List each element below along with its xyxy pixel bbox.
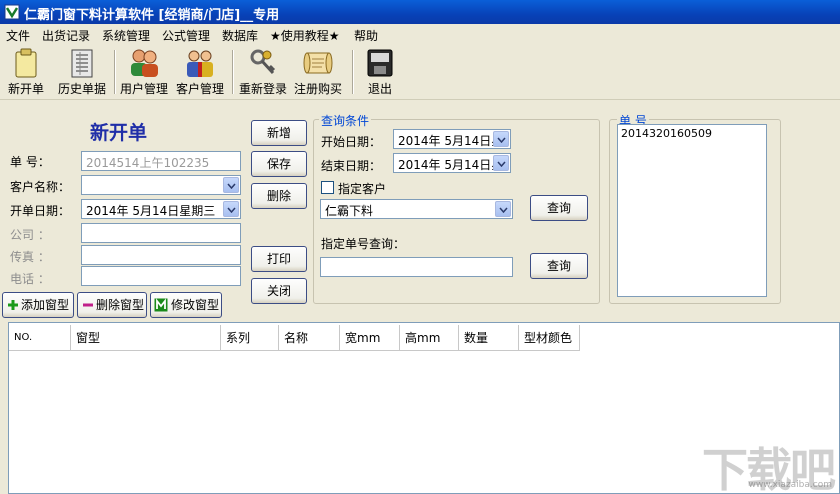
chevron-down-icon[interactable] [493, 155, 509, 171]
phone-field[interactable] [81, 266, 241, 286]
new-order-button[interactable]: 新开单 [4, 48, 48, 100]
order-no-label: 单 号： [10, 155, 50, 169]
watermark-url: www.xiazaiba.com [748, 480, 832, 490]
order-no-field[interactable]: 2014514上午102235 [81, 151, 241, 171]
exit-button[interactable]: 退出 [360, 48, 400, 100]
customer-name-select[interactable] [81, 175, 241, 195]
order-date-picker[interactable]: 2014年 5月14日星期三 [81, 199, 241, 219]
order-query-label: 指定单号查询： [321, 237, 406, 251]
column-header-profile-color[interactable]: 型材颜色 [519, 325, 580, 351]
query-group-title: 查询条件 [319, 112, 372, 129]
menu-system[interactable]: 系统管理 [102, 27, 150, 44]
company-label: 公司 ： [10, 228, 50, 242]
history-button[interactable]: 历史单据 [54, 48, 110, 100]
customer-name-label: 客户名称： [10, 180, 71, 194]
keys-icon [250, 49, 276, 75]
add-window-type-button[interactable]: 添加窗型 [2, 292, 74, 318]
column-header-quantity[interactable]: 数量 [459, 325, 519, 351]
company-field[interactable] [81, 223, 241, 243]
specify-customer-label: 指定客户 [338, 182, 387, 196]
menu-help[interactable]: 帮助 [354, 27, 378, 44]
form-title: 新开单 [90, 122, 148, 144]
column-header-width[interactable]: 宽mm [340, 325, 400, 351]
menu-formula[interactable]: 公式管理 [162, 27, 210, 44]
toolbar-separator [232, 50, 234, 94]
chevron-down-icon[interactable] [493, 131, 509, 147]
start-date-label: 开始日期： [321, 135, 382, 149]
list-item[interactable]: 2014320160509 [621, 127, 763, 140]
watermark: 下载吧 www.xiazaiba.com [702, 434, 836, 494]
start-date-picker[interactable]: 2014年 5月14日星 [393, 129, 511, 149]
users-icon [131, 49, 158, 77]
fax-field[interactable] [81, 245, 241, 265]
menu-database[interactable]: 数据库 [222, 27, 258, 44]
menu-bar: 文件 出货记录 系统管理 公式管理 数据库 ★使用教程★ 帮助 [0, 24, 840, 44]
add-button[interactable]: 新增 [251, 120, 307, 146]
minus-icon [83, 303, 93, 307]
toolbar: 新开单 历史单据 用户管理 客户管理 重新登录 注册购买 退出 [0, 44, 840, 100]
order-query-button[interactable]: 查询 [530, 253, 588, 279]
customer-management-button[interactable]: 客户管理 [174, 48, 226, 100]
chevron-down-icon[interactable] [495, 201, 511, 217]
print-button[interactable]: 打印 [251, 246, 307, 272]
specify-customer-checkbox[interactable] [321, 181, 334, 194]
end-date-label: 结束日期： [321, 159, 382, 173]
order-date-label: 开单日期： [10, 204, 71, 218]
relogin-button[interactable]: 重新登录 [238, 48, 288, 100]
column-header-series[interactable]: 系列 [221, 325, 279, 351]
column-header-no[interactable]: NO. [9, 325, 71, 351]
chevron-down-icon[interactable] [223, 201, 239, 217]
title-bar: 仁霸门窗下料计算软件 [经销商/门店]__专用 [0, 0, 840, 24]
query-button[interactable]: 查询 [530, 195, 588, 221]
app-icon [4, 4, 20, 20]
close-button[interactable]: 关闭 [251, 278, 307, 304]
register-button[interactable]: 注册购买 [292, 48, 344, 100]
toolbar-separator [352, 50, 354, 94]
user-management-button[interactable]: 用户管理 [118, 48, 170, 100]
order-listbox[interactable]: 2014320160509 [617, 124, 767, 297]
menu-file[interactable]: 文件 [6, 27, 30, 44]
window-title: 仁霸门窗下料计算软件 [经销商/门店]__专用 [24, 8, 280, 23]
plus-icon [8, 300, 18, 310]
chevron-down-icon[interactable] [223, 177, 239, 193]
customers-icon [187, 50, 213, 77]
ledger-icon [71, 49, 93, 78]
scroll-icon [303, 52, 333, 74]
m-icon [154, 298, 168, 312]
fax-label: 传真 ： [10, 250, 50, 264]
column-header-height[interactable]: 高mm [400, 325, 459, 351]
order-query-field[interactable] [320, 257, 513, 277]
toolbar-separator [114, 50, 116, 94]
delete-button[interactable]: 删除 [251, 183, 307, 209]
phone-label: 电话 ： [10, 272, 50, 286]
save-button[interactable]: 保存 [251, 151, 307, 177]
clipboard-icon [15, 48, 37, 78]
menu-shipments[interactable]: 出货记录 [42, 27, 90, 44]
edit-window-type-button[interactable]: 修改窗型 [150, 292, 222, 318]
column-header-window-type[interactable]: 窗型 [71, 325, 221, 351]
end-date-picker[interactable]: 2014年 5月14日星 [393, 153, 511, 173]
query-customer-select[interactable]: 仁霸下料 [320, 199, 513, 219]
remove-window-type-button[interactable]: 删除窗型 [77, 292, 147, 318]
menu-tutorial[interactable]: ★使用教程★ [270, 27, 340, 44]
exit-icon [367, 49, 393, 77]
column-header-name[interactable]: 名称 [279, 325, 340, 351]
